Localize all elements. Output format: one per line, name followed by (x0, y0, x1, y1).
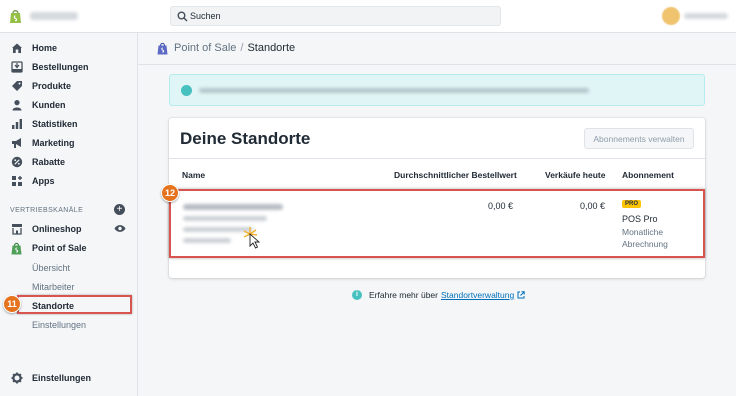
info-icon: i (352, 290, 362, 300)
breadcrumb-separator: / (240, 42, 244, 54)
sidebar-item-label: Einstellungen (32, 373, 92, 383)
plan-billing: Monatliche Abrechnung (622, 227, 668, 249)
header-divider (138, 64, 736, 65)
manage-subscriptions-button[interactable]: Abonnements verwalten (584, 128, 694, 149)
sidebar-item-orders[interactable]: Bestellungen (10, 59, 89, 75)
shopify-bag-icon (157, 42, 168, 54)
person-icon (10, 99, 23, 112)
sidebar-item-label: Statistiken (32, 119, 78, 129)
table-header-divider (169, 158, 705, 159)
step-badge-11: 11 (3, 295, 21, 313)
sidebar-item-label: Home (32, 43, 58, 53)
card-title: Deine Standorte (180, 129, 311, 148)
sidebar-item-settings[interactable]: Einstellungen (10, 370, 91, 386)
location-address-blurred (183, 216, 267, 221)
eye-icon[interactable] (114, 224, 126, 233)
discount-icon (10, 156, 23, 169)
help-footer: i Erfahre mehr über Standortverwaltung (352, 290, 525, 300)
sidebar-item-home[interactable]: Home (10, 40, 57, 56)
sidebar-item-marketing[interactable]: Marketing (10, 135, 75, 151)
breadcrumb-link-point-of-sale[interactable]: Point of Sale (174, 42, 236, 54)
megaphone-icon (10, 137, 23, 150)
sidebar-item-analytics[interactable]: Statistiken (10, 116, 78, 132)
location-country-blurred (183, 238, 231, 243)
sidebar-subitem-overview[interactable]: Übersicht (32, 263, 70, 273)
locations-card: Deine Standorte Abonnements verwalten Na… (169, 118, 705, 278)
apps-icon (10, 175, 23, 188)
sidebar: Home Bestellungen Produkte Kunden Statis… (0, 33, 138, 396)
orders-icon (10, 61, 23, 74)
sales-today-value: 0,00 € (580, 201, 606, 211)
sidebar-item-label: Apps (32, 176, 55, 186)
info-icon (181, 85, 192, 96)
step-badge-12: 12 (161, 184, 179, 202)
search-bar[interactable] (170, 6, 501, 26)
column-header-subscription: Abonnement (622, 170, 674, 180)
info-banner (169, 74, 705, 106)
location-city-blurred (183, 227, 253, 232)
breadcrumb: Point of Sale / Standorte (157, 40, 295, 56)
sidebar-item-discounts[interactable]: Rabatte (10, 154, 65, 170)
sidebar-item-products[interactable]: Produkte (10, 78, 71, 94)
user-name[interactable] (684, 13, 728, 19)
locations-help-link[interactable]: Standortverwaltung (441, 290, 514, 300)
avg-order-value: 0,00 € (488, 201, 514, 211)
sidebar-item-apps[interactable]: Apps (10, 173, 55, 189)
bar-chart-icon (10, 118, 23, 131)
home-icon (10, 42, 23, 55)
avatar[interactable] (662, 7, 680, 25)
external-link-icon[interactable] (517, 291, 525, 299)
banner-text-blurred (199, 88, 589, 93)
column-header-avg-order: Durchschnittlicher Bestellwert (394, 170, 517, 180)
location-name-blurred (183, 204, 283, 210)
search-input[interactable] (190, 9, 490, 23)
add-channel-icon[interactable]: + (114, 204, 125, 215)
page-title: Standorte (247, 42, 296, 54)
table-row[interactable]: 0,00 € 0,00 € PRO POS Pro Monatliche Abr… (169, 189, 705, 258)
top-bar (0, 0, 736, 33)
column-header-name: Name (182, 170, 206, 180)
tag-icon (10, 80, 23, 93)
sidebar-item-label: Rabatte (32, 157, 66, 167)
pro-badge: PRO (622, 200, 642, 208)
shopify-bag-icon[interactable] (9, 9, 22, 24)
sidebar-subitem-settings[interactable]: Einstellungen (32, 320, 86, 330)
store-name[interactable] (30, 12, 78, 20)
sidebar-item-customers[interactable]: Kunden (10, 97, 66, 113)
help-text: Erfahre mehr über (369, 290, 438, 300)
sidebar-item-label: Bestellungen (32, 62, 89, 72)
gear-icon (10, 372, 23, 385)
sidebar-item-label: Marketing (32, 138, 75, 148)
sales-channels-heading: VERTRIEBSKANÄLE (10, 207, 84, 214)
plan-name: POS Pro (622, 214, 658, 224)
search-icon (177, 11, 188, 22)
store-icon (10, 223, 23, 236)
sidebar-item-label: Point of Sale (32, 243, 87, 253)
sidebar-item-label: Produkte (32, 81, 72, 91)
sidebar-subitem-staff[interactable]: Mitarbeiter (32, 282, 75, 292)
sidebar-item-label: Kunden (32, 100, 66, 110)
shopify-bag-icon (10, 242, 23, 255)
sidebar-item-online-store[interactable]: Onlineshop (10, 221, 82, 237)
column-header-sales-today: Verkäufe heute (545, 170, 606, 180)
sidebar-item-label: Onlineshop (32, 224, 82, 234)
sidebar-item-point-of-sale[interactable]: Point of Sale (10, 240, 87, 256)
highlight-frame-locations (17, 295, 132, 314)
click-cursor-icon (244, 227, 261, 249)
